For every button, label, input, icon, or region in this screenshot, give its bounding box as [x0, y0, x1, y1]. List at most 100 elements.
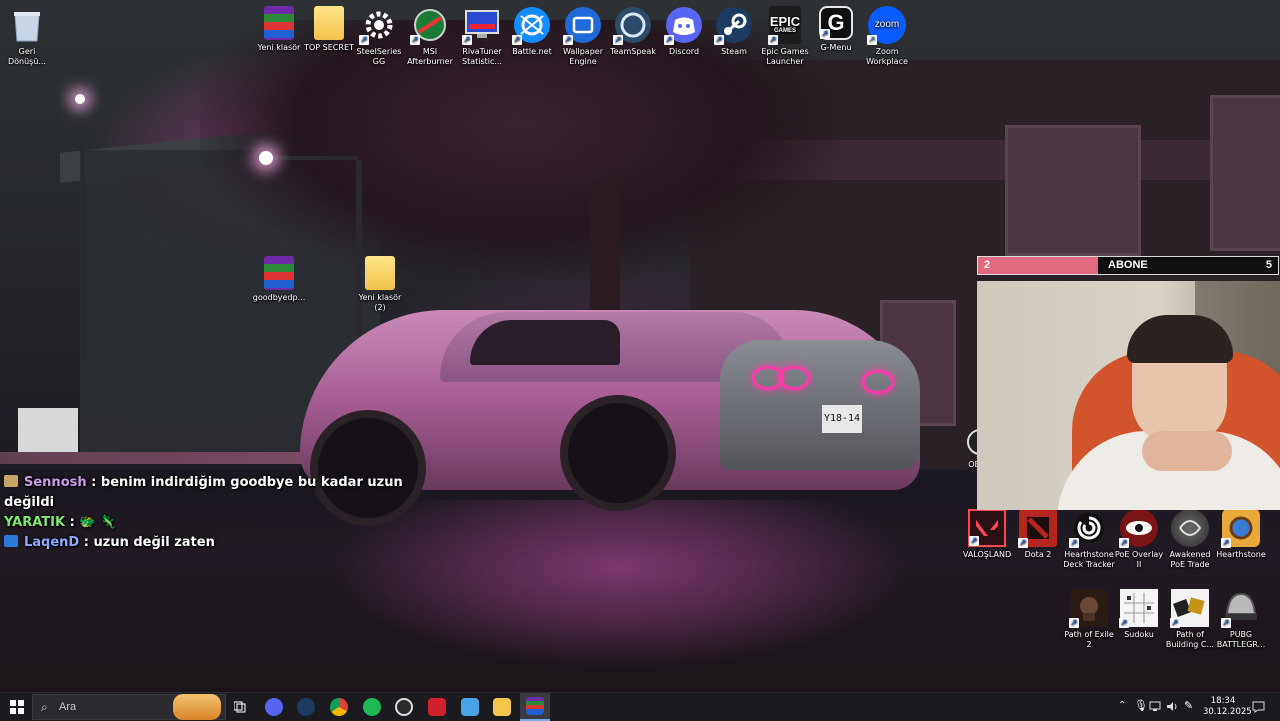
- chat-username: LaqenD: [24, 535, 80, 550]
- network-icon[interactable]: [1149, 701, 1161, 712]
- desktop-shortcut-yeni-klasor[interactable]: Yeni klasör: [252, 6, 306, 53]
- shortcut-label: TeamSpeak: [610, 47, 656, 56]
- wallpaper-street-lamp: [259, 151, 273, 165]
- taskbar-app-red[interactable]: [425, 693, 449, 721]
- desktop-shortcut-wallpaper-engine[interactable]: ↗ Wallpaper Engine: [556, 6, 610, 67]
- desktop-shortcut-goodbyedp[interactable]: goodbyedp...: [252, 256, 306, 303]
- zoom-icon: zoom ↗: [867, 6, 906, 45]
- taskbar-chrome[interactable]: [327, 693, 351, 721]
- wallpaper-window: [1210, 95, 1280, 251]
- shortcut-arrow-icon: ↗: [462, 35, 472, 45]
- tray-chevron-up-icon[interactable]: ⌃: [1118, 700, 1126, 711]
- microphone-icon[interactable]: 🎙: [1134, 699, 1148, 712]
- volume-icon[interactable]: [1166, 701, 1178, 712]
- wallpaper-car-window: [470, 320, 620, 365]
- shortcut-label: RivaTuner Statistic...: [461, 47, 503, 66]
- desktop-shortcut-rivatuner[interactable]: ↗ RivaTuner Statistic...: [455, 6, 509, 67]
- g-menu-glyph: G: [827, 10, 845, 35]
- shortcut-label: MSI Afterburner: [407, 47, 453, 66]
- taskbar-steelseries[interactable]: [392, 693, 416, 721]
- hdt-icon: ↗: [1069, 509, 1108, 548]
- subscriber-label: ABONE: [1108, 259, 1148, 271]
- dota2-icon: ↗: [1018, 509, 1057, 548]
- desktop-shortcut-dota2[interactable]: ↗ Dota 2: [1011, 509, 1065, 560]
- desktop-shortcut-path-of-exile-2[interactable]: ↗ Path of Exile 2: [1062, 589, 1116, 650]
- shortcut-label: Zoom Workplace: [866, 47, 908, 66]
- steam-icon: ↗: [714, 6, 753, 45]
- desktop-shortcut-steelseries[interactable]: ↗ SteelSeries GG: [352, 6, 406, 67]
- desktop-shortcut-zoom[interactable]: zoom ↗ Zoom Workplace: [860, 6, 914, 67]
- app-blue-icon: [461, 698, 479, 716]
- shortcut-arrow-icon: ↗: [613, 35, 623, 45]
- desktop-shortcut-msi-afterburner[interactable]: ↗ MSI Afterburner: [403, 6, 457, 67]
- user-badge-icon: [4, 475, 18, 487]
- taskbar-discord[interactable]: [262, 693, 286, 721]
- desktop-shortcut-battlenet[interactable]: ↗ Battle.net: [505, 6, 559, 57]
- taskbar-steam[interactable]: [294, 693, 318, 721]
- chat-separator: :: [69, 515, 75, 530]
- search-icon: ⌕: [41, 700, 48, 714]
- chat-text: uzun değil zaten: [93, 535, 215, 550]
- desktop-shortcut-sudoku[interactable]: ↗ Sudoku: [1112, 589, 1166, 640]
- webcam-person-hair: [1127, 315, 1233, 363]
- subscriber-goal: 5: [1265, 259, 1272, 271]
- taskbar-clock[interactable]: 18:34 30.12.2025: [1203, 696, 1252, 718]
- shortcut-arrow-icon: ↗: [1069, 538, 1079, 548]
- chat-message: Sennosh : benim indirdiğim goodbye bu ka…: [4, 473, 424, 513]
- desktop-shortcut-poe-overlay[interactable]: ↗ PoE Overlay II: [1112, 509, 1166, 570]
- taskbar-file-explorer[interactable]: [490, 693, 514, 721]
- task-view-button[interactable]: [230, 693, 250, 721]
- desktop-shortcut-epic-games[interactable]: EPIC GAMES ↗ Epic Games Launcher: [758, 6, 812, 67]
- wallpaper-engine-icon: ↗: [563, 6, 602, 45]
- steam-icon: [297, 698, 315, 716]
- chat-message: LaqenD : uzun değil zaten: [4, 533, 424, 553]
- chrome-icon: [330, 698, 348, 716]
- desktop-shortcut-teamspeak[interactable]: ↗ TeamSpeak: [606, 6, 660, 57]
- epic-games-icon: EPIC GAMES ↗: [768, 6, 801, 45]
- recycle-bin-icon: [8, 6, 46, 44]
- desktop-shortcut-top-secret[interactable]: TOP SECRET: [302, 6, 356, 53]
- desktop-shortcut-g-menu[interactable]: G ↗ G-Menu: [809, 6, 863, 53]
- battlenet-icon: ↗: [512, 6, 551, 45]
- clock-time: 18:34: [1210, 696, 1236, 706]
- desktop-shortcut-discord[interactable]: ↗ Discord: [657, 6, 711, 57]
- search-highlight-swan-icon: [173, 694, 221, 720]
- shortcut-arrow-icon: ↗: [410, 35, 420, 45]
- desktop-shortcut-pubg[interactable]: ↗ PUBG BATTLEGR...: [1214, 589, 1268, 650]
- shortcut-arrow-icon: ↗: [1119, 538, 1129, 548]
- file-explorer-icon: [493, 698, 511, 716]
- taskbar-app-blue[interactable]: [458, 693, 482, 721]
- hearthstone-icon: ↗: [1221, 509, 1260, 548]
- clock-date: 30.12.2025: [1203, 707, 1252, 717]
- desktop-shortcut-yeni-klasor-2[interactable]: Yeni klasör (2): [353, 256, 407, 313]
- poe-overlay-icon: ↗: [1119, 509, 1158, 548]
- chat-message: YARATIK : 🐲 🦎: [4, 513, 424, 533]
- shortcut-label: VALOŞLAND: [962, 550, 1012, 559]
- subscriber-goal-bar: 2 ABONE 5: [977, 256, 1279, 275]
- taskbar-spotify[interactable]: [360, 693, 384, 721]
- wallpaper-car-taillight: [862, 370, 894, 394]
- shortcut-label: Hearthstone: [1216, 550, 1266, 559]
- recycle-bin-shortcut[interactable]: Geri Dönüşü...: [0, 6, 54, 67]
- desktop-shortcut-steam[interactable]: ↗ Steam: [707, 6, 761, 57]
- notification-icon[interactable]: [1252, 701, 1265, 713]
- awakened-poe-icon: [1171, 509, 1209, 547]
- desktop-shortcut-hearthstone-deck-tracker[interactable]: ↗ Hearthstone Deck Tracker: [1062, 509, 1116, 570]
- desktop-shortcut-valorant[interactable]: ↗ VALOŞLAND: [960, 509, 1014, 560]
- desktop-shortcut-awakened-poe-trade[interactable]: Awakened PoE Trade: [1163, 509, 1217, 570]
- discord-icon: [265, 698, 283, 716]
- taskbar-winrar-active[interactable]: [520, 693, 550, 721]
- shortcut-label: PoE Overlay II: [1114, 550, 1164, 569]
- wallpaper-tree: [200, 20, 840, 280]
- shortcut-arrow-icon: ↗: [969, 536, 979, 546]
- path-of-exile-icon: ↗: [1069, 589, 1108, 628]
- wallpaper-rail: [0, 452, 330, 464]
- start-button[interactable]: [4, 693, 30, 721]
- epic-logo-subtext: GAMES: [773, 28, 796, 34]
- desktop-shortcut-path-of-building[interactable]: ↗ Path of Building C...: [1163, 589, 1217, 650]
- desktop-shortcut-hearthstone[interactable]: ↗ Hearthstone: [1214, 509, 1268, 560]
- taskbar-search-box[interactable]: ⌕ Ara: [32, 694, 226, 720]
- pen-icon[interactable]: ✎: [1184, 699, 1193, 712]
- wallpaper-tree-trunk: [590, 180, 620, 330]
- path-of-building-icon: ↗: [1170, 589, 1209, 628]
